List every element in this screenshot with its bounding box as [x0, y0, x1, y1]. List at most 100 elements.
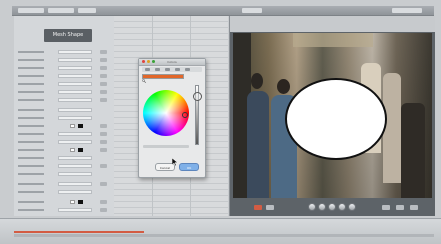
parameter-button[interactable] [100, 82, 107, 86]
parameter-field[interactable] [58, 108, 92, 112]
parameter-field[interactable] [58, 208, 92, 212]
parameter-label [18, 59, 44, 61]
parameter-row [18, 200, 110, 204]
color-wheel-icon[interactable] [145, 68, 150, 71]
palettes-icon[interactable] [165, 68, 170, 71]
parameter-field[interactable] [58, 82, 92, 86]
parameter-button[interactable] [100, 50, 107, 54]
color-swatch[interactable] [70, 124, 75, 128]
parameter-field[interactable] [58, 74, 92, 78]
parameter-button[interactable] [100, 58, 107, 62]
parameter-field[interactable] [58, 116, 92, 120]
parameter-row [18, 90, 110, 94]
parameter-field[interactable] [58, 164, 92, 168]
opacity-slider[interactable] [143, 145, 189, 148]
scene-head [251, 73, 263, 89]
color-swatch[interactable] [78, 124, 83, 128]
loop-button[interactable] [348, 203, 356, 211]
color-swatch[interactable] [78, 200, 83, 204]
video-viewer[interactable] [233, 33, 432, 198]
crayons-icon[interactable] [185, 68, 190, 71]
parameter-row [18, 140, 110, 144]
toolbar-tab[interactable] [242, 8, 262, 13]
parameter-label [18, 141, 44, 143]
parameter-field[interactable] [58, 182, 92, 186]
parameter-field[interactable] [58, 90, 92, 94]
parameter-button[interactable] [100, 132, 107, 136]
parameter-button[interactable] [100, 208, 107, 212]
toolbar-tab[interactable] [392, 8, 422, 13]
toolbar-tab[interactable] [78, 8, 96, 13]
canvas-panel [229, 16, 435, 216]
playhead-range[interactable] [14, 231, 144, 233]
parameter-button[interactable] [100, 98, 107, 102]
magnifier-icon[interactable] [142, 79, 146, 83]
view-layout-icon[interactable] [396, 205, 404, 210]
brightness-slider-knob[interactable] [193, 92, 202, 101]
parameter-label [18, 99, 44, 101]
parameter-label [18, 67, 44, 69]
parameter-button[interactable] [100, 74, 107, 78]
go-to-end-button[interactable] [338, 203, 346, 211]
toolbar-tab[interactable] [48, 8, 74, 13]
record-icon[interactable] [254, 205, 262, 210]
white-ellipse-shape[interactable] [285, 78, 387, 160]
parameter-field[interactable] [58, 172, 92, 176]
parameter-row [18, 108, 110, 112]
parameter-field[interactable] [58, 98, 92, 102]
parameter-label [18, 83, 44, 85]
parameter-field[interactable] [58, 58, 92, 62]
zoom-icon[interactable] [152, 60, 155, 63]
sliders-icon[interactable] [155, 68, 160, 71]
parameter-row [18, 50, 110, 54]
parameter-button[interactable] [100, 90, 107, 94]
minimize-icon[interactable] [147, 60, 150, 63]
parameter-field[interactable] [58, 190, 92, 194]
parameter-label [18, 173, 44, 175]
color-swatch[interactable] [70, 200, 75, 204]
toolbar-tab[interactable] [18, 8, 44, 13]
parameter-field[interactable] [58, 66, 92, 70]
play-reverse-button[interactable] [318, 203, 326, 211]
parameter-label [18, 157, 44, 159]
ok-button[interactable]: OK [179, 163, 199, 171]
parameter-field[interactable] [58, 156, 92, 160]
parameter-field[interactable] [58, 50, 92, 54]
close-icon[interactable] [142, 60, 145, 63]
parameter-row [18, 164, 110, 168]
parameter-button[interactable] [100, 140, 107, 144]
color-wheel-selector[interactable] [182, 112, 188, 118]
parameter-button[interactable] [100, 164, 107, 168]
current-color-swatch[interactable] [142, 74, 184, 79]
view-options-icon[interactable] [266, 205, 274, 210]
parameter-label [18, 109, 44, 111]
timeline-track[interactable] [14, 234, 434, 237]
parameter-button[interactable] [100, 182, 107, 186]
parameter-row [18, 132, 110, 136]
parameter-row [18, 58, 110, 62]
parameter-button[interactable] [100, 148, 107, 152]
image-palette-icon[interactable] [175, 68, 180, 71]
view-layout-icon[interactable] [410, 205, 418, 210]
mouse-pointer-icon [172, 158, 178, 166]
parameter-label [18, 201, 44, 203]
parameter-field[interactable] [58, 140, 92, 144]
parameter-label [18, 91, 44, 93]
colors-window-titlebar[interactable]: Colors [139, 59, 205, 66]
play-button[interactable] [328, 203, 336, 211]
view-layout-icon[interactable] [382, 205, 390, 210]
scene-figure [247, 91, 269, 198]
parameter-row [18, 124, 110, 128]
parameter-field[interactable] [58, 132, 92, 136]
parameter-button[interactable] [100, 124, 107, 128]
color-swatch[interactable] [78, 148, 83, 152]
go-to-start-button[interactable] [308, 203, 316, 211]
parameter-row [18, 190, 110, 194]
scene-figure [401, 103, 425, 198]
color-swatch[interactable] [70, 148, 75, 152]
parameter-button[interactable] [100, 200, 107, 204]
parameter-button[interactable] [100, 66, 107, 70]
parameter-row [18, 172, 110, 176]
parameter-row [18, 82, 110, 86]
parameter-label [18, 117, 44, 119]
